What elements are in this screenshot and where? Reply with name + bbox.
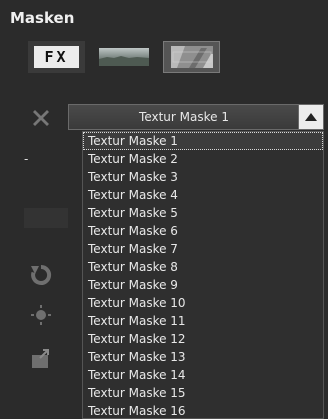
reset-icon — [31, 264, 52, 285]
texture-mask-option[interactable]: Textur Maske 6 — [83, 222, 323, 240]
texture-mask-option[interactable]: Textur Maske 11 — [83, 312, 323, 330]
texture-mask-option[interactable]: Textur Maske 3 — [83, 168, 323, 186]
texture-mask-select[interactable]: Textur Maske 1 — [68, 104, 324, 130]
texture-mask-option[interactable]: Textur Maske 5 — [83, 204, 323, 222]
texture-mask-option[interactable]: Textur Maske 10 — [83, 294, 323, 312]
texture-mask-option[interactable]: Textur Maske 15 — [83, 384, 323, 402]
texture-mask-select-value: Textur Maske 1 — [139, 110, 229, 124]
gradient-mask-icon — [98, 48, 149, 66]
remove-icon — [33, 110, 49, 126]
sun-icon — [31, 305, 51, 325]
obscured-control — [24, 208, 68, 228]
texture-mask-button[interactable] — [163, 41, 220, 73]
fx-icon: FX — [34, 46, 79, 68]
fx-mask-button[interactable]: FX — [28, 41, 85, 73]
texture-mask-icon — [170, 46, 213, 68]
export-mask-button[interactable] — [28, 346, 54, 372]
texture-mask-option[interactable]: Textur Maske 4 — [83, 186, 323, 204]
texture-mask-options-list[interactable]: Textur Maske 1 Textur Maske 2 Textur Maske… — [82, 131, 324, 419]
remove-mask-button[interactable] — [28, 105, 54, 131]
triangle-up-icon — [305, 113, 317, 121]
brightness-button[interactable] — [28, 302, 54, 328]
texture-mask-option[interactable]: Textur Maske 8 — [83, 258, 323, 276]
texture-mask-option[interactable]: Textur Maske 1 — [83, 132, 323, 150]
dash-label: - — [24, 152, 29, 166]
texture-mask-option[interactable]: Textur Maske 13 — [83, 348, 323, 366]
dropdown-toggle-button[interactable] — [298, 105, 323, 129]
texture-mask-option[interactable]: Textur Maske 9 — [83, 276, 323, 294]
texture-mask-option[interactable]: Textur Maske 7 — [83, 240, 323, 258]
gradient-mask-button[interactable] — [95, 41, 152, 73]
reset-button[interactable] — [28, 262, 54, 288]
texture-mask-option[interactable]: Textur Maske 2 — [83, 150, 323, 168]
panel-title: Masken — [10, 9, 75, 27]
export-icon — [32, 349, 49, 368]
texture-mask-option[interactable]: Textur Maske 12 — [83, 330, 323, 348]
texture-mask-option[interactable]: Textur Maske 14 — [83, 366, 323, 384]
texture-mask-option[interactable]: Textur Maske 16 — [83, 402, 323, 418]
